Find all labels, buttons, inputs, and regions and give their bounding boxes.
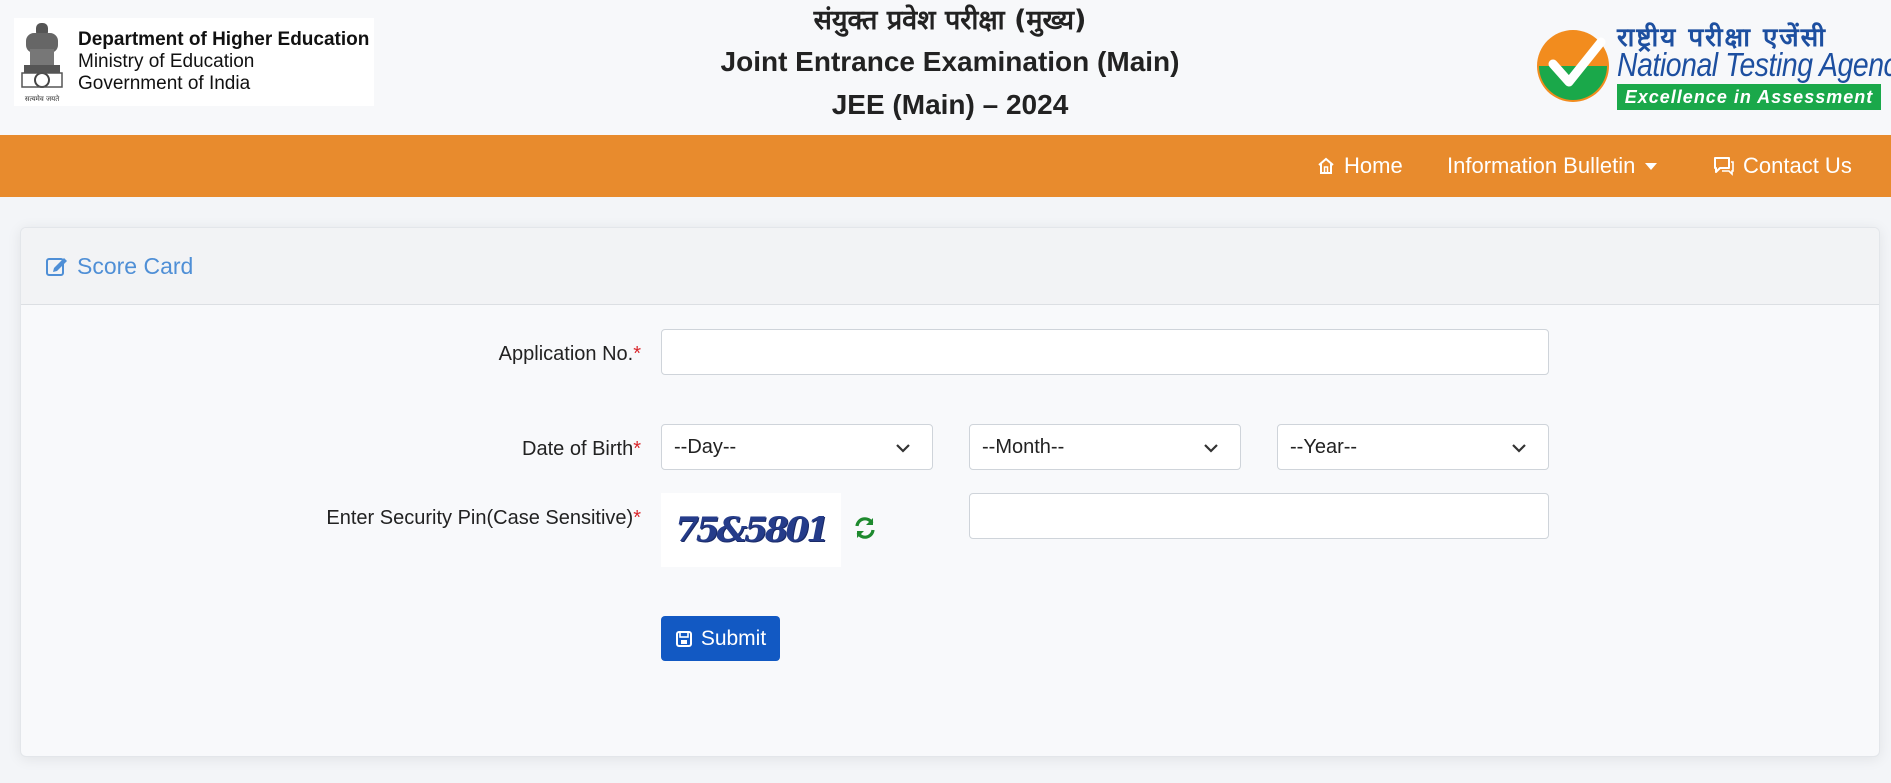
nav-home-label: Home xyxy=(1344,153,1403,178)
dob-month-select[interactable]: --Month-- xyxy=(969,424,1241,470)
exam-title-block: संयुक्त प्रवेश परीक्षा (मुख्य) Joint Ent… xyxy=(600,0,1300,126)
edit-icon xyxy=(46,258,67,276)
required-mark: * xyxy=(633,343,641,365)
refresh-captcha-button[interactable] xyxy=(849,512,881,544)
nav-home[interactable]: Home xyxy=(1316,135,1403,197)
refresh-icon xyxy=(855,517,875,539)
nav-info-bulletin-label: Information Bulletin xyxy=(1447,153,1636,178)
dob-year-value: --Year-- xyxy=(1290,435,1358,458)
security-pin-label: Enter Security Pin(Case Sensitive)* xyxy=(326,507,641,529)
emblem-caption: सत्यमेव जयते xyxy=(25,94,60,103)
nav-contact-label: Contact Us xyxy=(1743,153,1852,178)
nta-checkmark-icon xyxy=(1537,30,1609,102)
chat-icon xyxy=(1714,157,1734,176)
dob-day-value: --Day-- xyxy=(674,435,737,458)
nta-logo[interactable]: राष्ट्रीय परीक्षा एजेंसी National Testin… xyxy=(1533,18,1891,114)
government-name: Government of India xyxy=(78,73,251,94)
exam-title-hindi: संयुक्त प्रवेश परीक्षा (मुख्य) xyxy=(813,5,1087,36)
dept-logo[interactable]: सत्यमेव जयते Department of Higher Educat… xyxy=(14,18,374,106)
captcha-image: 75&5801 xyxy=(661,493,841,567)
submit-button[interactable]: Submit xyxy=(661,616,780,661)
nta-name-english: National Testing Agency xyxy=(1617,46,1891,83)
submit-label: Submit xyxy=(700,626,767,650)
application-no-label: Application No.* xyxy=(498,343,641,365)
exam-title-year: JEE (Main) – 2024 xyxy=(831,89,1069,120)
required-mark: * xyxy=(633,507,641,529)
dept-name: Department of Higher Education xyxy=(78,29,370,50)
ministry-name: Ministry of Education xyxy=(78,51,255,72)
application-no-input[interactable] xyxy=(661,329,1549,375)
nav-information-bulletin[interactable]: Information Bulletin xyxy=(1447,135,1658,197)
exam-title-english: Joint Entrance Examination (Main) xyxy=(720,46,1180,77)
main-navbar: Home Information Bulletin Contact Us xyxy=(0,135,1891,197)
national-emblem-icon: सत्यमेव जयते xyxy=(14,18,70,106)
score-card-panel: Score Card Application No.* Date of Birt… xyxy=(20,227,1880,757)
dob-year-select[interactable]: --Year-- xyxy=(1277,424,1549,470)
dob-label: Date of Birth* xyxy=(522,438,641,460)
dob-day-select[interactable]: --Day-- xyxy=(661,424,933,470)
chevron-down-icon xyxy=(1645,162,1658,170)
site-header: सत्यमेव जयते Department of Higher Educat… xyxy=(0,0,1891,135)
chevron-down-icon xyxy=(1204,444,1218,453)
chevron-down-icon xyxy=(1512,444,1526,453)
home-icon xyxy=(1318,157,1334,174)
captcha-text: 75&5801 xyxy=(675,510,830,550)
save-icon xyxy=(675,630,692,647)
required-mark: * xyxy=(633,438,641,460)
card-header: Score Card xyxy=(21,228,1879,305)
chevron-down-icon xyxy=(896,444,910,453)
nta-tagline: Excellence in Assessment xyxy=(1617,84,1881,110)
nav-contact-us[interactable]: Contact Us xyxy=(1713,135,1852,197)
security-pin-input[interactable] xyxy=(969,493,1549,539)
dob-month-value: --Month-- xyxy=(982,435,1065,458)
card-title: Score Card xyxy=(77,252,194,279)
